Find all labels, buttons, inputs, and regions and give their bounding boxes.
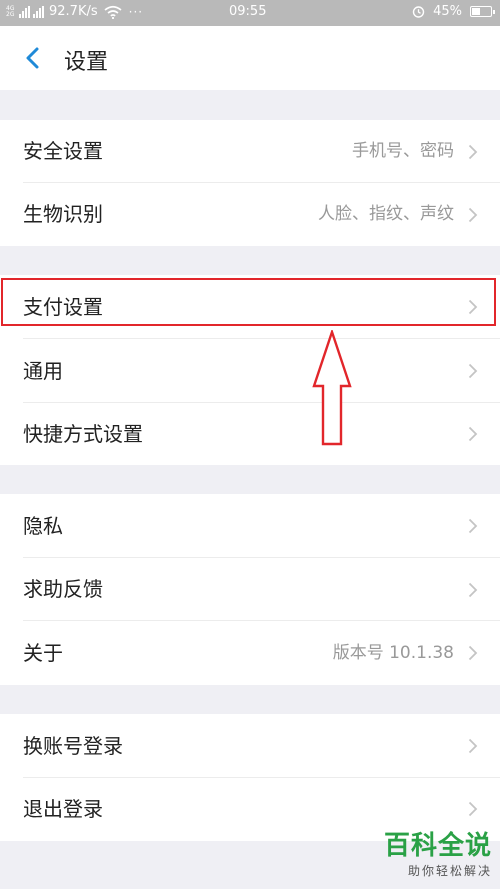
- top-bar: 设置: [0, 26, 500, 90]
- page-title: 设置: [64, 50, 109, 75]
- chevron-right-icon: [468, 299, 478, 315]
- watermark: 百科全说 助你轻松解决: [384, 833, 492, 879]
- settings-item-value: 手机号、密码: [352, 141, 454, 161]
- status-bar-left: 4G 2G 92.7K/s ···: [6, 4, 143, 19]
- back-icon[interactable]: [24, 46, 42, 70]
- settings-item-label: 退出登录: [23, 797, 103, 821]
- chevron-right-icon: [468, 645, 478, 661]
- battery-fill: [472, 8, 480, 15]
- alarm-icon: [412, 6, 425, 18]
- settings-item-label: 求助反馈: [23, 577, 103, 601]
- notification-dots: ···: [128, 4, 144, 19]
- chevron-right-icon: [468, 582, 478, 598]
- chevron-right-icon: [468, 518, 478, 534]
- chevron-right-icon: [468, 363, 478, 379]
- chevron-right-icon: [468, 207, 478, 223]
- status-bar-right: 45%: [412, 4, 495, 19]
- network-type-label: 4G 2G: [6, 5, 16, 18]
- settings-item-label: 关于: [23, 641, 63, 665]
- settings-item-label: 生物识别: [23, 202, 103, 226]
- chevron-right-icon: [468, 426, 478, 442]
- network-speed: 92.7K/s: [49, 4, 98, 19]
- settings-item-shortcuts[interactable]: 快捷方式设置: [0, 403, 500, 465]
- settings-item-label: 隐私: [23, 514, 63, 538]
- settings-item-value: 人脸、指纹、声纹: [318, 204, 454, 224]
- settings-item-security[interactable]: 安全设置 手机号、密码: [0, 120, 500, 183]
- settings-item-label: 通用: [23, 359, 63, 383]
- settings-item-general[interactable]: 通用: [0, 339, 500, 403]
- settings-item-biometrics[interactable]: 生物识别 人脸、指纹、声纹: [0, 183, 500, 246]
- settings-item-label: 快捷方式设置: [23, 422, 143, 446]
- status-time: 09:55: [229, 4, 267, 19]
- chevron-right-icon: [468, 801, 478, 817]
- signal-icon: [19, 5, 30, 18]
- settings-item-label: 换账号登录: [23, 734, 123, 758]
- settings-item-payment[interactable]: 支付设置: [0, 275, 500, 339]
- network-type-bottom: 2G: [6, 10, 15, 18]
- watermark-title: 百科全说: [383, 831, 492, 861]
- wifi-icon: [104, 5, 122, 19]
- version-value: 版本号 10.1.38: [332, 643, 454, 663]
- chevron-right-icon: [468, 144, 478, 160]
- battery-icon: [470, 6, 495, 17]
- settings-item-privacy[interactable]: 隐私: [0, 494, 500, 558]
- settings-item-label: 支付设置: [23, 295, 103, 319]
- chevron-right-icon: [468, 738, 478, 754]
- signal-icon-2: [33, 5, 44, 18]
- battery-percent: 45%: [433, 4, 462, 19]
- settings-item-label: 安全设置: [23, 139, 103, 163]
- status-bar: 4G 2G 92.7K/s ··· 09:55 45%: [0, 0, 500, 26]
- settings-item-switch-account[interactable]: 换账号登录: [0, 714, 500, 778]
- watermark-subtitle: 助你轻松解决: [407, 864, 492, 878]
- settings-item-about[interactable]: 关于 版本号 10.1.38: [0, 621, 500, 685]
- settings-item-feedback[interactable]: 求助反馈: [0, 558, 500, 621]
